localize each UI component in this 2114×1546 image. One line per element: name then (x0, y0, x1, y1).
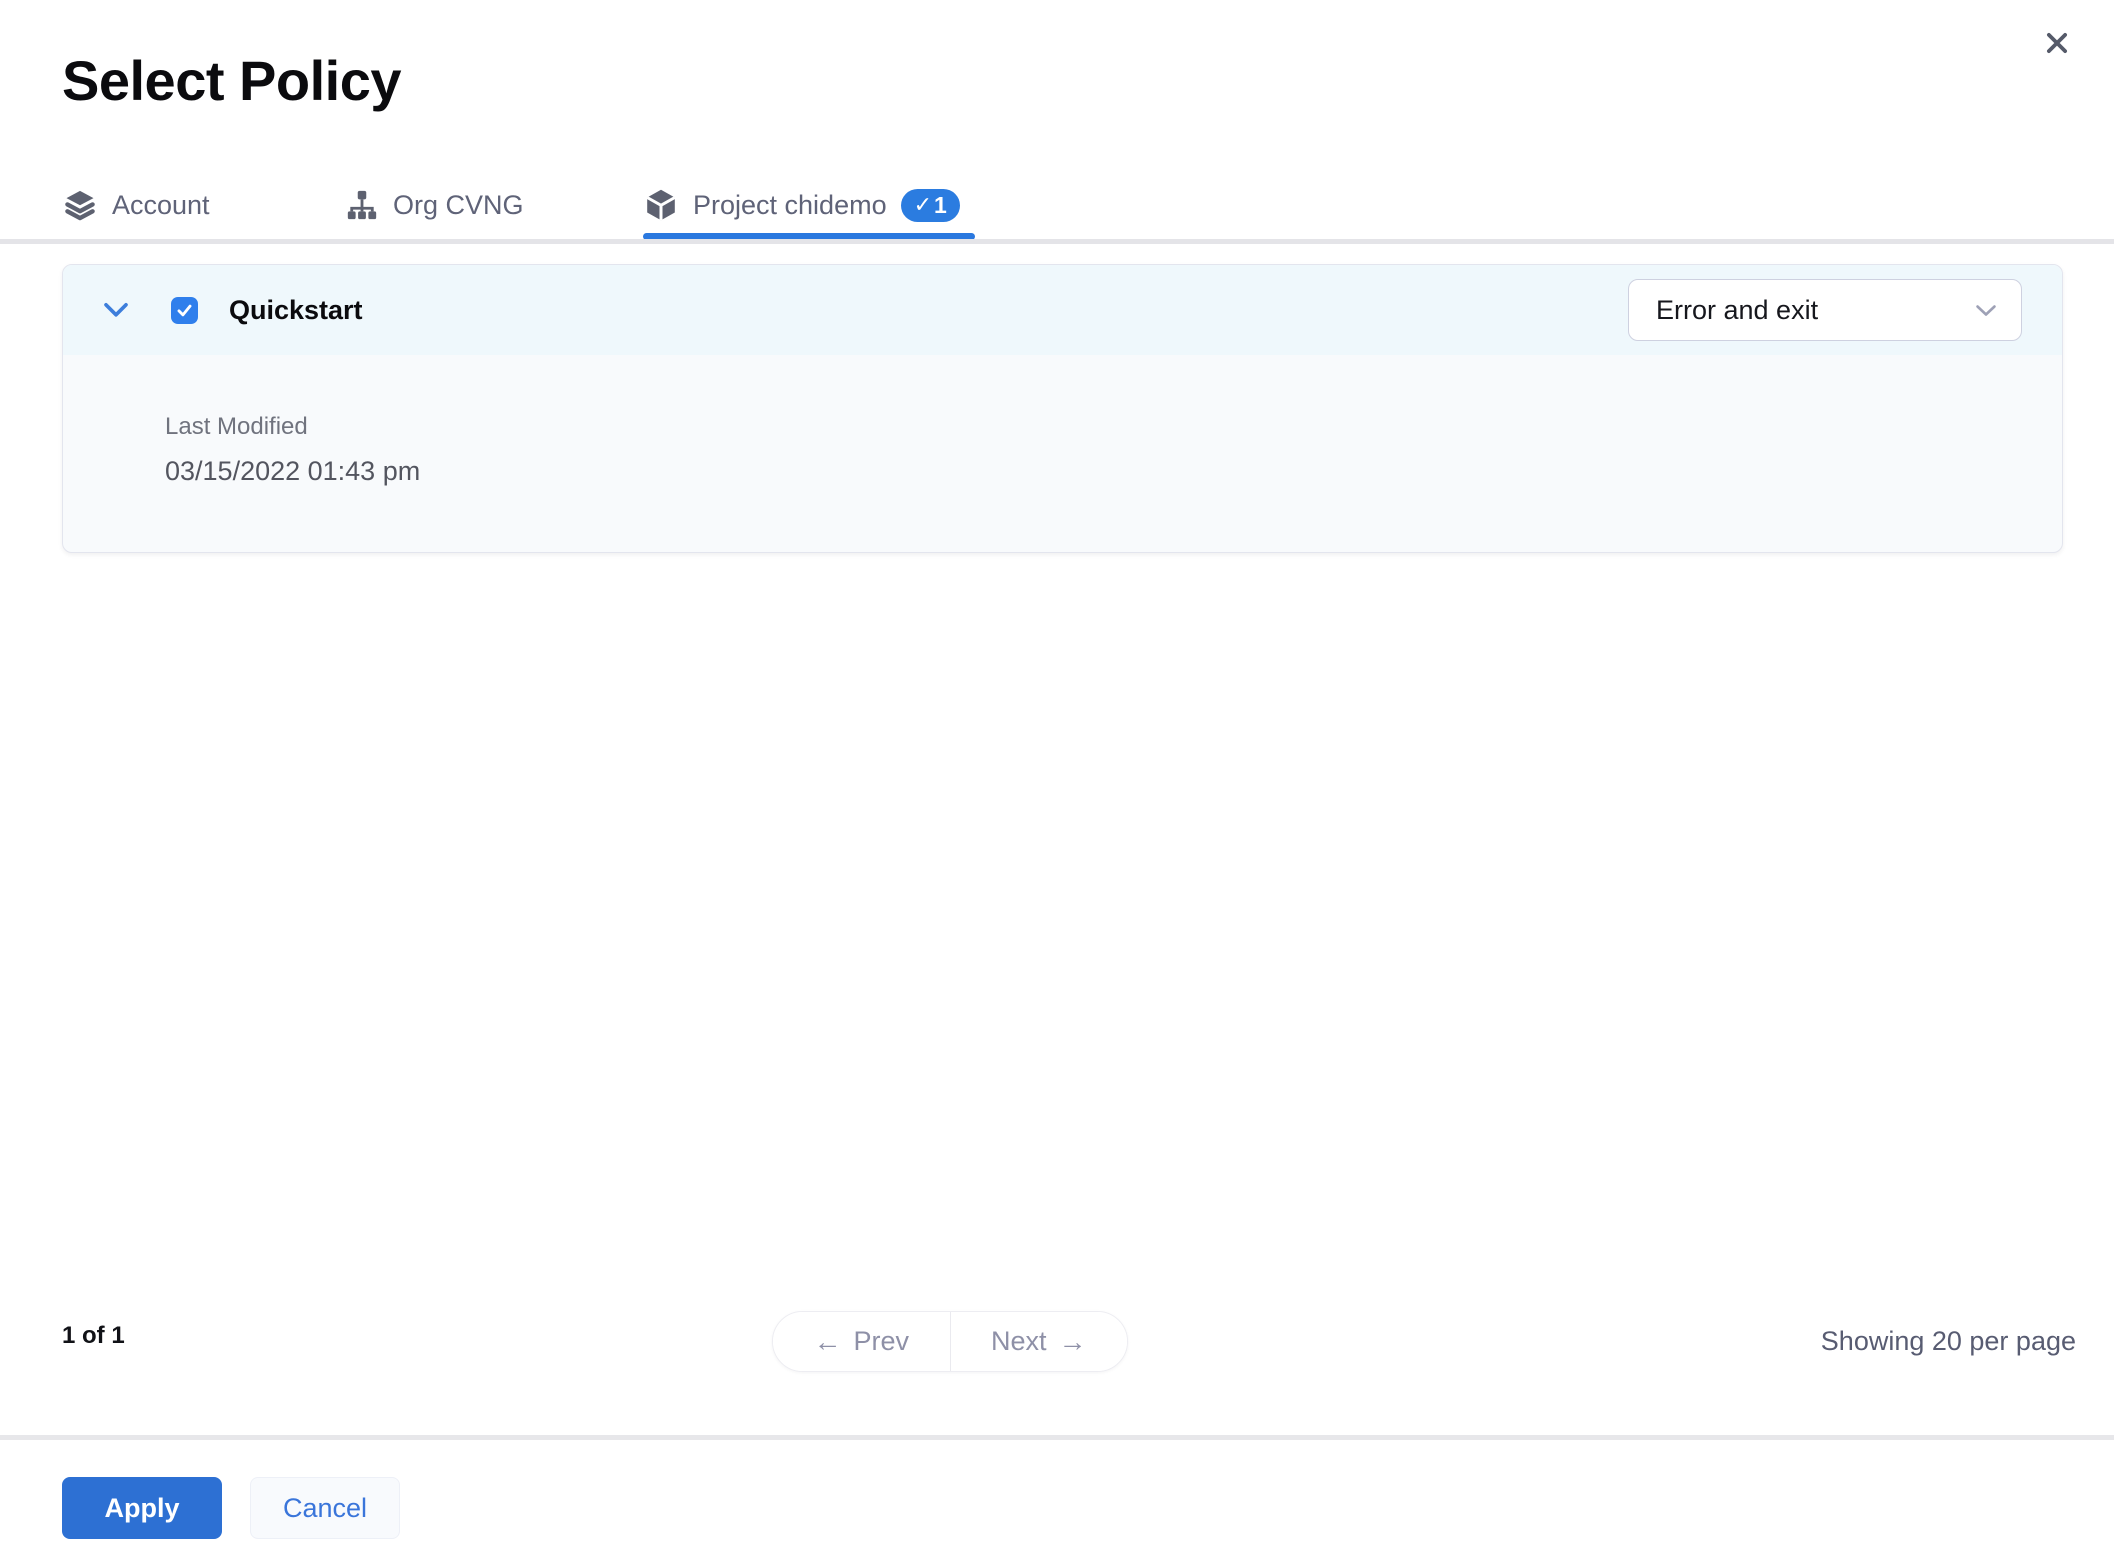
prev-button[interactable]: ← Prev (773, 1312, 950, 1371)
tab-account[interactable]: Account (62, 172, 210, 238)
close-icon (2042, 28, 2072, 58)
tab-project-chidemo[interactable]: Project chidemo ✓ 1 (643, 172, 975, 240)
tab-org-cvng-label: Org CVNG (393, 189, 524, 220)
policy-checkbox[interactable] (171, 296, 198, 324)
selected-count-badge: ✓ 1 (900, 188, 960, 222)
apply-button[interactable]: Apply (62, 1477, 222, 1539)
next-button[interactable]: Next → (949, 1312, 1127, 1371)
collapse-chevron-button[interactable] (103, 302, 129, 318)
close-button[interactable] (2032, 18, 2082, 68)
policy-action-select[interactable]: Error and exit (1628, 279, 2022, 341)
layers-icon (62, 187, 98, 223)
footer-divider (0, 1435, 2114, 1440)
last-modified-label: Last Modified (165, 413, 308, 440)
hierarchy-icon (345, 188, 379, 222)
tab-account-label: Account (112, 189, 210, 220)
page-title: Select Policy (62, 49, 402, 112)
selected-count: 1 (934, 191, 947, 218)
pager: ← Prev Next → (772, 1311, 1128, 1372)
prev-button-label: Prev (853, 1326, 910, 1356)
tab-project-chidemo-label: Project chidemo (693, 189, 887, 220)
next-button-label: Next (990, 1326, 1047, 1356)
cancel-button[interactable]: Cancel (250, 1477, 400, 1539)
per-page-summary: Showing 20 per page (1820, 1326, 2076, 1356)
policy-card-details: Last Modified 03/15/2022 01:43 pm (63, 355, 2062, 487)
last-modified-value: 03/15/2022 01:43 pm (165, 456, 421, 486)
chevron-down-icon (104, 302, 128, 317)
policy-name: Quickstart (229, 294, 363, 325)
chevron-down-icon (1976, 304, 1996, 316)
tab-org-cvng[interactable]: Org CVNG (345, 172, 524, 238)
checkmark-icon (177, 304, 192, 316)
check-icon: ✓ (913, 192, 933, 217)
cube-icon (643, 187, 679, 223)
policy-action-value: Error and exit (1656, 294, 1819, 325)
page-count: 1 of 1 (62, 1322, 125, 1349)
policy-card: Quickstart Error and exit Last Modified … (62, 264, 2063, 553)
arrow-right-icon: → (1058, 1325, 1087, 1357)
arrow-left-icon: ← (813, 1325, 842, 1357)
tabbar-divider (0, 239, 2114, 244)
policy-card-header: Quickstart Error and exit (63, 265, 2062, 355)
